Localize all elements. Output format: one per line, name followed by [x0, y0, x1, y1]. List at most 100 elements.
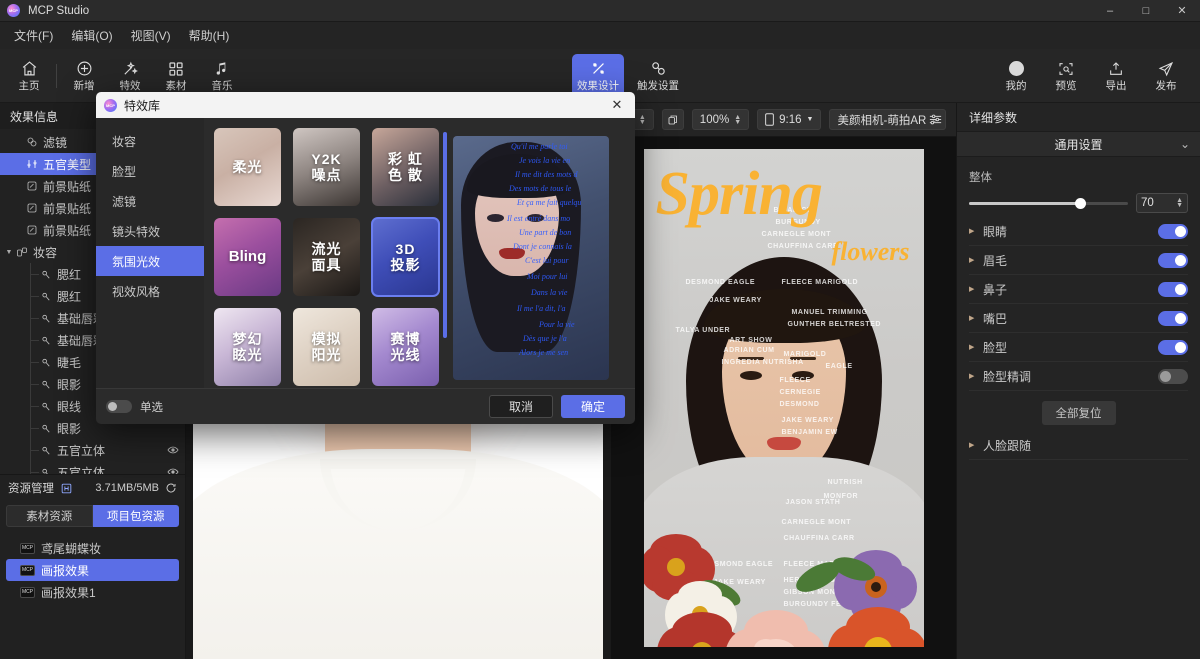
effect-card-dreamy-glare[interactable]: 梦幻 眩光 [214, 308, 281, 386]
chevron-double-down-icon[interactable]: ⌄ [1180, 137, 1190, 151]
param-toggle[interactable] [1158, 252, 1188, 268]
phone-icon [765, 113, 774, 126]
overall-value: 70 [1141, 197, 1154, 209]
param-label: 人脸跟随 [983, 438, 1032, 453]
param-row-mouth[interactable]: ▶ 嘴巴 [969, 304, 1188, 333]
tree-label: 眼影 [57, 377, 82, 392]
visibility-eye-icon[interactable] [167, 444, 179, 456]
param-toggle[interactable] [1158, 223, 1188, 239]
nav-item-lens-effects[interactable]: 镜头特效 [96, 216, 204, 246]
chevron-down-icon[interactable]: ▼ [807, 116, 814, 123]
nav-item-visual-style[interactable]: 视效风格 [96, 276, 204, 306]
chevron-right-icon[interactable]: ▶ [969, 227, 983, 235]
close-icon[interactable]: ✕ [607, 95, 627, 115]
tree-item-face-contour-1[interactable]: 五官立体 [0, 439, 185, 461]
list-item[interactable]: MCP 画报效果 [6, 559, 179, 581]
window-controls: – □ ✕ [1092, 0, 1200, 22]
chevron-right-icon[interactable]: ▶ [969, 285, 983, 293]
grid-scrollbar[interactable] [443, 128, 447, 388]
toolbar-home-button[interactable]: 主页 [6, 53, 52, 99]
effect-card-y2k-noise[interactable]: Y2K 噪点 [293, 128, 360, 206]
general-settings-section[interactable]: 通用设置 ⌄ [957, 131, 1200, 157]
effect-card-simulated-sunlight[interactable]: 模拟 阳光 [293, 308, 360, 386]
param-toggle[interactable] [1158, 310, 1188, 326]
poster-credit: JAKE WEARY [781, 417, 834, 424]
menu-help[interactable]: 帮助(H) [181, 24, 238, 47]
stepper-arrows[interactable]: ▲ ▼ [639, 114, 646, 126]
package-icon[interactable] [60, 482, 73, 495]
tab-effect-design[interactable]: 效果设计 [572, 53, 624, 98]
zoom-control[interactable]: 100% ▲ ▼ [691, 109, 750, 130]
chevron-right-icon[interactable]: ▶ [969, 314, 983, 322]
artboard-poster[interactable]: BRIAN CU BURGUNDY CARNEGLE MONT CHAUFFIN… [611, 137, 956, 659]
refresh-icon[interactable] [165, 482, 177, 494]
chevron-right-icon[interactable]: ▶ [969, 256, 983, 264]
param-label: 眼睛 [983, 224, 1008, 239]
sliders-icon[interactable] [924, 108, 946, 130]
toolbar-account-button[interactable]: 我的 [996, 53, 1036, 99]
stepper-arrows[interactable]: ▲ ▼ [1176, 197, 1183, 209]
tree-label: 睫毛 [57, 355, 82, 370]
effect-design-icon [590, 60, 607, 78]
maximize-button[interactable]: □ [1128, 0, 1164, 22]
chevron-right-icon[interactable]: ▶ [969, 343, 983, 351]
effect-card-bling[interactable]: Bling [214, 218, 281, 296]
cancel-button[interactable]: 取消 [489, 395, 553, 418]
effect-card-flowing-mask[interactable]: 流光 面具 [293, 218, 360, 296]
param-row-face-shape[interactable]: ▶ 脸型 [969, 333, 1188, 362]
toolbar-export-button[interactable]: 导出 [1096, 53, 1136, 99]
nav-item-face-shape[interactable]: 脸型 [96, 156, 204, 186]
nav-item-ambient-light[interactable]: 氛围光效 [96, 246, 204, 276]
chevron-right-icon[interactable]: ▶ [969, 441, 983, 449]
close-button[interactable]: ✕ [1164, 0, 1200, 22]
param-toggle[interactable] [1158, 281, 1188, 297]
makeup-icon [14, 246, 30, 258]
chevron-right-icon[interactable]: ▶ [969, 372, 983, 380]
tree-item-face-contour-2[interactable]: 五官立体 [0, 461, 185, 474]
overall-slider[interactable] [969, 197, 1128, 209]
list-item[interactable]: MCP 鸢尾蝴蝶妆 [6, 537, 179, 559]
tab-material-resources[interactable]: 素材资源 [6, 505, 93, 527]
chevron-down-icon[interactable]: ▼ [4, 249, 14, 256]
preview-lyric: Moi pour lui [527, 272, 568, 281]
overall-value-input[interactable]: 70 ▲ ▼ [1136, 193, 1188, 213]
nav-item-filter[interactable]: 滤镜 [96, 186, 204, 216]
tab-project-package-resources[interactable]: 项目包资源 [92, 505, 179, 527]
param-row-face-tracking[interactable]: ▶ 人脸跟随 [969, 431, 1188, 460]
param-row-eyebrows[interactable]: ▶ 眉毛 [969, 246, 1188, 275]
tree-label: 五官立体 [57, 443, 106, 458]
toolbar-publish-label: 发布 [1155, 79, 1177, 92]
minimize-button[interactable]: – [1092, 0, 1128, 22]
nav-item-makeup[interactable]: 妆容 [96, 126, 204, 156]
param-toggle[interactable] [1158, 368, 1188, 384]
preview-lyric: Qu'il me parle toi [511, 142, 568, 151]
menu-view[interactable]: 视图(V) [123, 24, 179, 47]
reset-all-button[interactable]: 全部复位 [1041, 401, 1116, 425]
aspect-ratio-control[interactable]: 9:16 ▼ [757, 109, 822, 130]
param-toggle[interactable] [1158, 339, 1188, 355]
effect-preview-image: Qu'il me parle toi Je vois la vie en Il … [453, 136, 609, 380]
poster-credit: JASON STATH [785, 499, 841, 506]
confirm-button[interactable]: 确定 [561, 395, 625, 418]
toolbar-publish-button[interactable]: 发布 [1146, 53, 1186, 99]
dialog-body: 妆容 脸型 滤镜 镜头特效 氛围光效 视效风格 柔光 Y2K 噪点 彩 虹 色 … [96, 118, 635, 388]
layers-icon[interactable] [661, 109, 684, 130]
param-row-eyes[interactable]: ▶ 眼睛 [969, 217, 1188, 246]
menu-file[interactable]: 文件(F) [6, 24, 61, 47]
tab-trigger-settings[interactable]: 触发设置 [632, 54, 684, 98]
single-select-toggle[interactable] [106, 400, 132, 413]
effect-card-cyber-light[interactable]: 赛博 光线 [372, 308, 439, 386]
dialog-footer: 单选 取消 确定 [96, 388, 635, 424]
effect-card-3d-projection[interactable]: 3D 投影 [371, 217, 440, 297]
menu-edit[interactable]: 编辑(O) [63, 24, 120, 47]
param-row-face-fine-tune[interactable]: ▶ 脸型精调 [969, 362, 1188, 391]
slider-knob[interactable] [1075, 197, 1087, 209]
visibility-eye-icon[interactable] [167, 466, 179, 474]
stepper-arrows[interactable]: ▲ ▼ [734, 114, 741, 126]
toolbar-preview-button[interactable]: 预览 [1046, 53, 1086, 99]
effect-card-soft-light[interactable]: 柔光 [214, 128, 281, 206]
list-item[interactable]: MCP 画报效果1 [6, 581, 179, 603]
param-row-nose[interactable]: ▶ 鼻子 [969, 275, 1188, 304]
general-settings-label: 通用设置 [1054, 137, 1103, 152]
effect-card-rainbow-dispersion[interactable]: 彩 虹色 散 [372, 128, 439, 206]
